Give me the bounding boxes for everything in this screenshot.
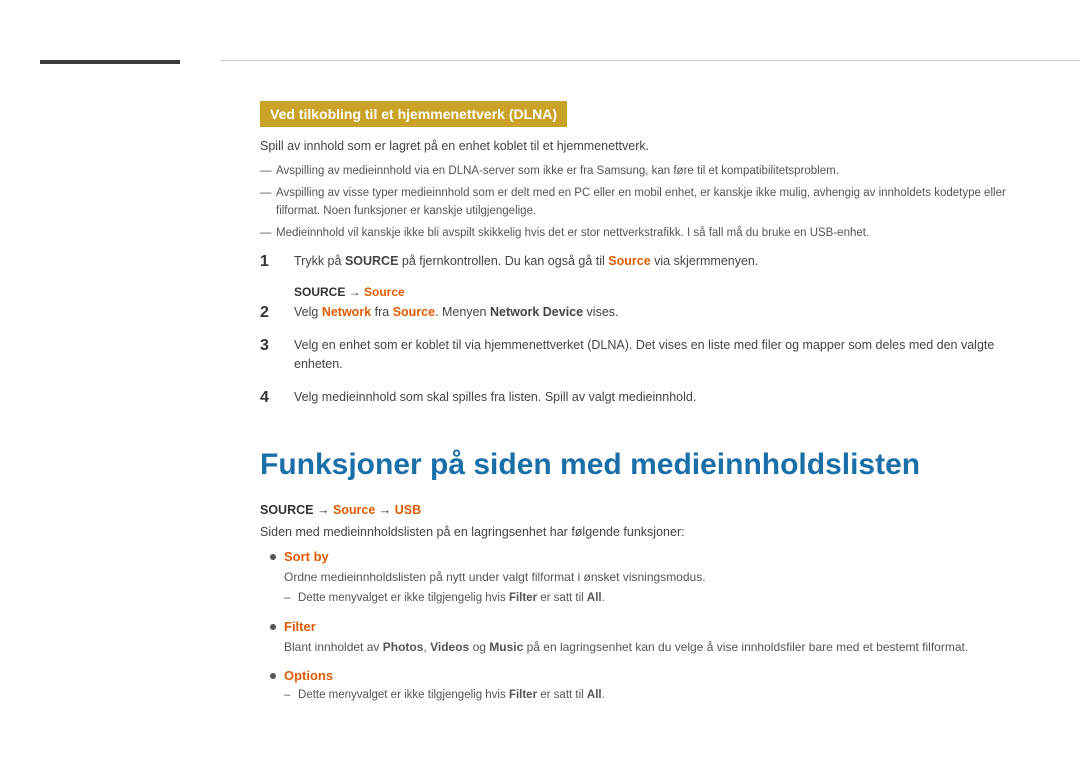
step-3: 3 Velg en enhet som er koblet til via hj… [260, 336, 1020, 374]
main-content: Ved tilkobling til et hjemmenettverk (DL… [220, 60, 1080, 763]
feature-sortby-name: Sort by [270, 549, 1020, 564]
step-content-1: Trykk på SOURCE på fjernkontrollen. Du k… [294, 252, 1020, 271]
sidebar-bar [40, 60, 180, 64]
feature-options-note: Dette menyvalget er ikke tilgjengelig hv… [298, 687, 1020, 704]
step-content-3: Velg en enhet som er koblet til via hjem… [294, 336, 1020, 374]
feature-sortby-note: Dette menyvalget er ikke tilgjengelig hv… [298, 590, 1020, 607]
section-title: Ved tilkobling til et hjemmenettverk (DL… [260, 101, 567, 127]
feature-options: Options Dette menyvalget er ikke tilgjen… [270, 668, 1020, 704]
step-content-2: Velg Network fra Source. Menyen Network … [294, 303, 1020, 322]
bullet-icon [270, 673, 276, 679]
bullet-icon [270, 624, 276, 630]
step-number-3: 3 [260, 336, 288, 355]
bullet-icon [270, 554, 276, 560]
step-number-4: 4 [260, 388, 288, 407]
note-item: Avspilling av visse typer medieinnhold s… [260, 185, 1020, 220]
steps-list: 1 Trykk på SOURCE på fjernkontrollen. Du… [260, 252, 1020, 407]
note-item: Avspilling av medieinnhold via en DLNA-s… [260, 163, 1020, 180]
dlna-section: Ved tilkobling til et hjemmenettverk (DL… [260, 101, 1020, 407]
note-list: Avspilling av medieinnhold via en DLNA-s… [260, 163, 1020, 242]
source-line-1: SOURCE → Source [294, 285, 1020, 299]
feature-sortby-desc: Ordne medieinnholdslisten på nytt under … [284, 568, 1020, 586]
step-number-2: 2 [260, 303, 288, 322]
feature-options-name: Options [270, 668, 1020, 683]
feature-list: Sort by Ordne medieinnholdslisten på nyt… [270, 549, 1020, 705]
step-1: 1 Trykk på SOURCE på fjernkontrollen. Du… [260, 252, 1020, 271]
step-2: 2 Velg Network fra Source. Menyen Networ… [260, 303, 1020, 322]
step-content-4: Velg medieinnhold som skal spilles fra l… [294, 388, 1020, 407]
feature-filter-desc: Blant innholdet av Photos, Videos og Mus… [284, 638, 1020, 656]
feature-filter: Filter Blant innholdet av Photos, Videos… [270, 619, 1020, 656]
big-heading: Funksjoner på siden med medieinnholdslis… [260, 447, 1020, 483]
sidebar [0, 0, 220, 763]
features-section: Funksjoner på siden med medieinnholdslis… [260, 447, 1020, 705]
section-intro: Spill av innhold som er lagret på en enh… [260, 139, 1020, 153]
step-4: 4 Velg medieinnhold som skal spilles fra… [260, 388, 1020, 407]
step-number-1: 1 [260, 252, 288, 271]
feature-filter-name: Filter [270, 619, 1020, 634]
note-item: Medieinnhold vil kanskje ikke bli avspil… [260, 225, 1020, 242]
page: Ved tilkobling til et hjemmenettverk (DL… [0, 0, 1080, 763]
features-intro: Siden med medieinnholdslisten på en lagr… [260, 525, 1020, 539]
source-usb: SOURCE → Source → USB [260, 503, 1020, 517]
feature-sortby: Sort by Ordne medieinnholdslisten på nyt… [270, 549, 1020, 607]
